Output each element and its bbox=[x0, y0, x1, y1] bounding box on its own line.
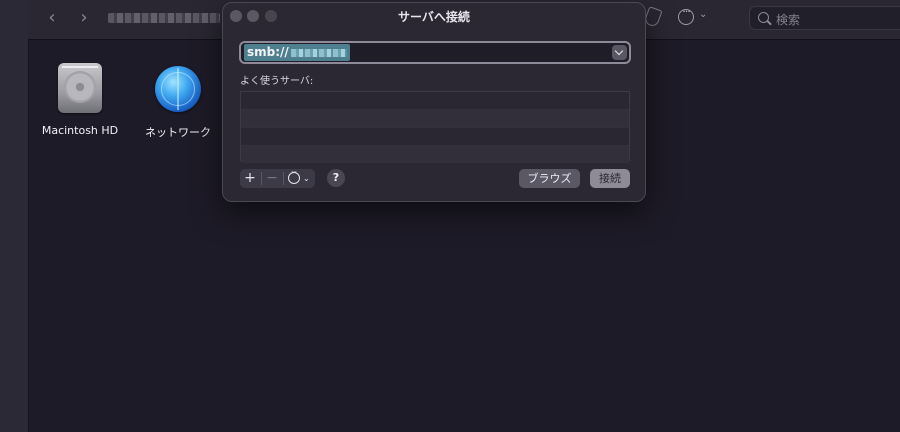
back-chevron-icon[interactable]: ‹ bbox=[42, 8, 62, 28]
server-address-field[interactable]: smb:// bbox=[239, 41, 631, 64]
help-button[interactable]: ? bbox=[327, 169, 345, 187]
list-item[interactable] bbox=[241, 92, 629, 110]
list-item[interactable] bbox=[241, 128, 629, 146]
redacted-address bbox=[290, 48, 347, 57]
action-menu-icon[interactable] bbox=[288, 168, 300, 184]
server-list-controls: + − ⌄ bbox=[240, 168, 315, 188]
connect-to-server-dialog: サーバへ接続 smb:// よく使うサーバ: + − ⌄ ? ブラウズ 接続 bbox=[222, 2, 646, 202]
hard-drive-icon[interactable] bbox=[58, 63, 102, 113]
list-item[interactable] bbox=[241, 110, 629, 128]
remove-server-button[interactable]: − bbox=[262, 169, 282, 188]
chevron-down-icon[interactable]: ⌄ bbox=[303, 169, 310, 188]
dialog-title: サーバへ接続 bbox=[398, 10, 470, 24]
more-options-icon[interactable] bbox=[678, 5, 694, 25]
network-label[interactable]: ネットワーク bbox=[133, 124, 223, 140]
recent-servers-dropdown-icon[interactable] bbox=[612, 45, 627, 60]
connect-button[interactable]: 接続 bbox=[590, 169, 630, 188]
dialog-titlebar: サーバへ接続 bbox=[223, 3, 645, 29]
favorite-servers-list[interactable] bbox=[240, 91, 630, 163]
divider bbox=[283, 172, 284, 185]
search-icon bbox=[758, 12, 769, 23]
more-chevron-down-icon[interactable]: ⌄ bbox=[699, 9, 707, 20]
network-globe-icon[interactable] bbox=[155, 66, 201, 112]
forward-chevron-icon[interactable]: › bbox=[74, 8, 94, 28]
favorite-servers-label: よく使うサーバ: bbox=[240, 76, 314, 87]
browse-button[interactable]: ブラウズ bbox=[519, 169, 580, 188]
search-placeholder: 検索 bbox=[776, 13, 801, 27]
macintosh-hd-label[interactable]: Macintosh HD bbox=[35, 124, 125, 137]
server-address-value[interactable]: smb:// bbox=[244, 44, 350, 61]
search-input[interactable]: 検索 bbox=[749, 6, 900, 30]
add-server-button[interactable]: + bbox=[240, 169, 260, 188]
list-item[interactable] bbox=[241, 146, 629, 163]
finder-path-title bbox=[108, 13, 220, 23]
finder-sidebar bbox=[0, 0, 29, 432]
